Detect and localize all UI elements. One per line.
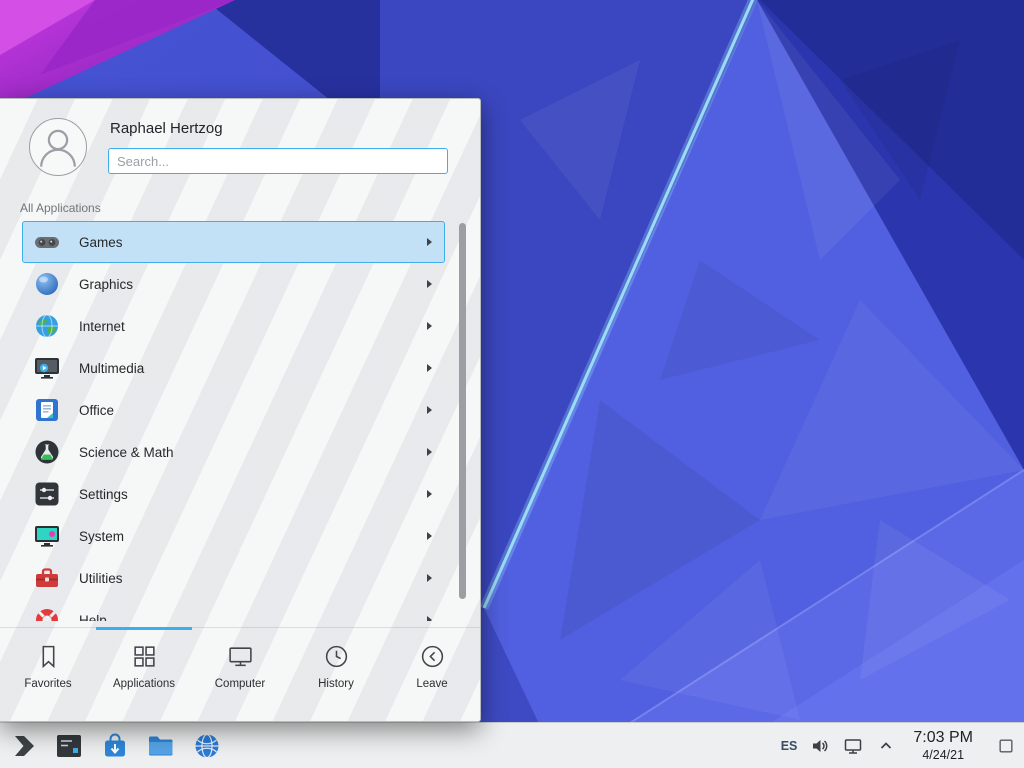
tab-label: Computer xyxy=(215,678,266,690)
taskbar-panel: ES 7:03 PM 4/24/21 xyxy=(0,722,1024,768)
submenu-arrow-icon xyxy=(427,406,432,414)
submenu-arrow-icon xyxy=(427,238,432,246)
utilities-icon xyxy=(33,564,61,592)
system-icon xyxy=(33,522,61,550)
clock-date: 4/24/21 xyxy=(922,748,964,762)
list-scrollbar[interactable] xyxy=(459,223,466,599)
system-tray: ES 7:03 PM 4/24/21 xyxy=(781,723,1024,768)
tab-label: Applications xyxy=(113,678,175,690)
kde-launcher-icon[interactable] xyxy=(8,731,38,761)
category-label: Multimedia xyxy=(79,361,427,376)
submenu-arrow-icon xyxy=(427,322,432,330)
applications-icon xyxy=(131,643,158,670)
category-graphics[interactable]: Graphics xyxy=(22,263,445,305)
active-tab-indicator xyxy=(96,627,192,630)
submenu-arrow-icon xyxy=(427,364,432,372)
discover-icon[interactable] xyxy=(100,731,130,761)
category-utilities[interactable]: Utilities xyxy=(22,557,445,599)
application-launcher-menu: Raphael Hertzog All Applications Games G… xyxy=(0,98,481,722)
tab-applications[interactable]: Applications xyxy=(96,628,192,721)
tab-label: History xyxy=(318,678,354,690)
category-settings[interactable]: Settings xyxy=(22,473,445,515)
section-label: All Applications xyxy=(20,201,101,215)
tab-label: Leave xyxy=(416,678,447,690)
clock-time: 7:03 PM xyxy=(913,729,973,747)
tab-leave[interactable]: Leave xyxy=(384,628,480,721)
user-avatar[interactable] xyxy=(29,118,87,176)
submenu-arrow-icon xyxy=(427,448,432,456)
tab-favorites[interactable]: Favorites xyxy=(0,628,96,721)
category-list: Games Graphics Internet Multimedia xyxy=(22,221,445,621)
terminal-icon[interactable] xyxy=(54,731,84,761)
tab-label: Favorites xyxy=(24,678,71,690)
submenu-arrow-icon xyxy=(427,490,432,498)
submenu-arrow-icon xyxy=(427,616,432,621)
volume-icon[interactable] xyxy=(810,736,830,756)
science-icon xyxy=(33,438,61,466)
browser-icon[interactable] xyxy=(192,731,222,761)
category-label: Settings xyxy=(79,487,427,502)
user-name: Raphael Hertzog xyxy=(110,120,223,137)
submenu-arrow-icon xyxy=(427,574,432,582)
network-icon[interactable] xyxy=(843,736,863,756)
favorites-icon xyxy=(35,643,62,670)
tab-computer[interactable]: Computer xyxy=(192,628,288,721)
help-icon xyxy=(33,606,61,621)
internet-icon xyxy=(33,312,61,340)
category-games[interactable]: Games xyxy=(22,221,445,263)
user-icon xyxy=(30,119,86,175)
show-desktop-icon xyxy=(997,737,1015,755)
expand-tray-icon[interactable] xyxy=(876,736,896,756)
category-label: Games xyxy=(79,235,427,250)
category-science-math[interactable]: Science & Math xyxy=(22,431,445,473)
submenu-arrow-icon xyxy=(427,532,432,540)
category-label: Help xyxy=(79,613,427,622)
digital-clock[interactable]: 7:03 PM 4/24/21 xyxy=(913,729,973,762)
category-office[interactable]: Office xyxy=(22,389,445,431)
category-label: Internet xyxy=(79,319,427,334)
category-label: Office xyxy=(79,403,427,418)
settings-icon xyxy=(33,480,61,508)
category-label: Utilities xyxy=(79,571,427,586)
keyboard-layout-indicator[interactable]: ES xyxy=(781,739,798,753)
computer-icon xyxy=(227,643,254,670)
games-icon xyxy=(33,228,61,256)
history-icon xyxy=(323,643,350,670)
taskbar-left xyxy=(8,723,222,768)
category-help[interactable]: Help xyxy=(22,599,445,621)
file-manager-icon[interactable] xyxy=(146,731,176,761)
category-multimedia[interactable]: Multimedia xyxy=(22,347,445,389)
category-internet[interactable]: Internet xyxy=(22,305,445,347)
show-desktop-button[interactable] xyxy=(996,729,1016,763)
submenu-arrow-icon xyxy=(427,280,432,288)
tab-history[interactable]: History xyxy=(288,628,384,721)
category-label: Graphics xyxy=(79,277,427,292)
launcher-tabbar: Favorites Applications Computer History xyxy=(0,627,480,721)
category-system[interactable]: System xyxy=(22,515,445,557)
category-label: Science & Math xyxy=(79,445,427,460)
category-label: System xyxy=(79,529,427,544)
multimedia-icon xyxy=(33,354,61,382)
search-input[interactable] xyxy=(108,148,448,174)
leave-icon xyxy=(419,643,446,670)
graphics-icon xyxy=(33,270,61,298)
office-icon xyxy=(33,396,61,424)
